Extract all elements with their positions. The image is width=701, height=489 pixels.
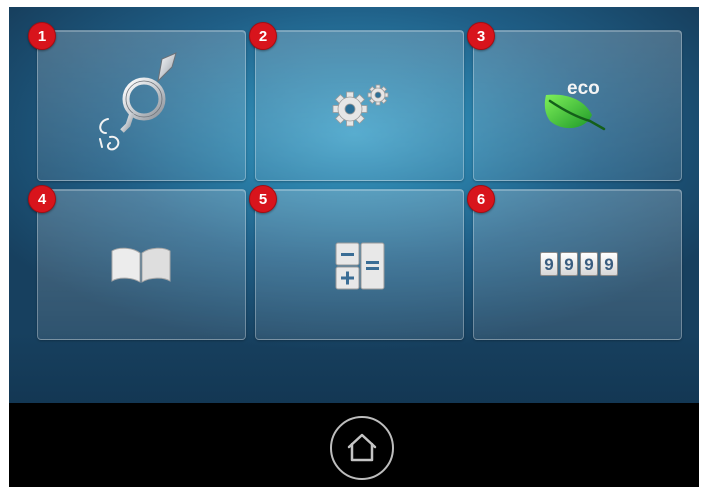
tile-number-badge: 3 <box>467 22 495 50</box>
tile-settings[interactable] <box>255 30 464 181</box>
home-button[interactable] <box>330 416 394 480</box>
gears-icon <box>332 84 389 127</box>
tile-number-badge: 4 <box>28 185 56 213</box>
tile-guide[interactable] <box>37 189 246 340</box>
counter-icon: 9 9 9 9 <box>540 252 618 276</box>
book-icon <box>111 247 171 283</box>
tile-thread[interactable] <box>37 30 246 181</box>
calculator-icon <box>335 242 385 290</box>
counter-digit: 9 <box>540 252 558 276</box>
counter-digit: 9 <box>560 252 578 276</box>
needle-thread-icon <box>99 52 177 151</box>
device-screen: eco 9 9 9 9 1 2 3 4 5 6 <box>9 7 699 487</box>
tile-number-badge: 2 <box>249 22 277 50</box>
tile-counter[interactable]: 9 9 9 9 <box>473 189 682 340</box>
counter-digit: 9 <box>580 252 598 276</box>
tile-number-badge: 5 <box>249 185 277 213</box>
eco-leaf-icon <box>544 94 606 131</box>
menu-panel: eco 9 9 9 9 1 2 3 4 5 6 <box>9 7 699 403</box>
tile-calculator[interactable] <box>255 189 464 340</box>
home-icon <box>347 433 377 462</box>
tile-eco[interactable]: eco <box>473 30 682 181</box>
tile-number-badge: 6 <box>467 185 495 213</box>
tile-number-badge: 1 <box>28 22 56 50</box>
counter-digit: 9 <box>600 252 618 276</box>
